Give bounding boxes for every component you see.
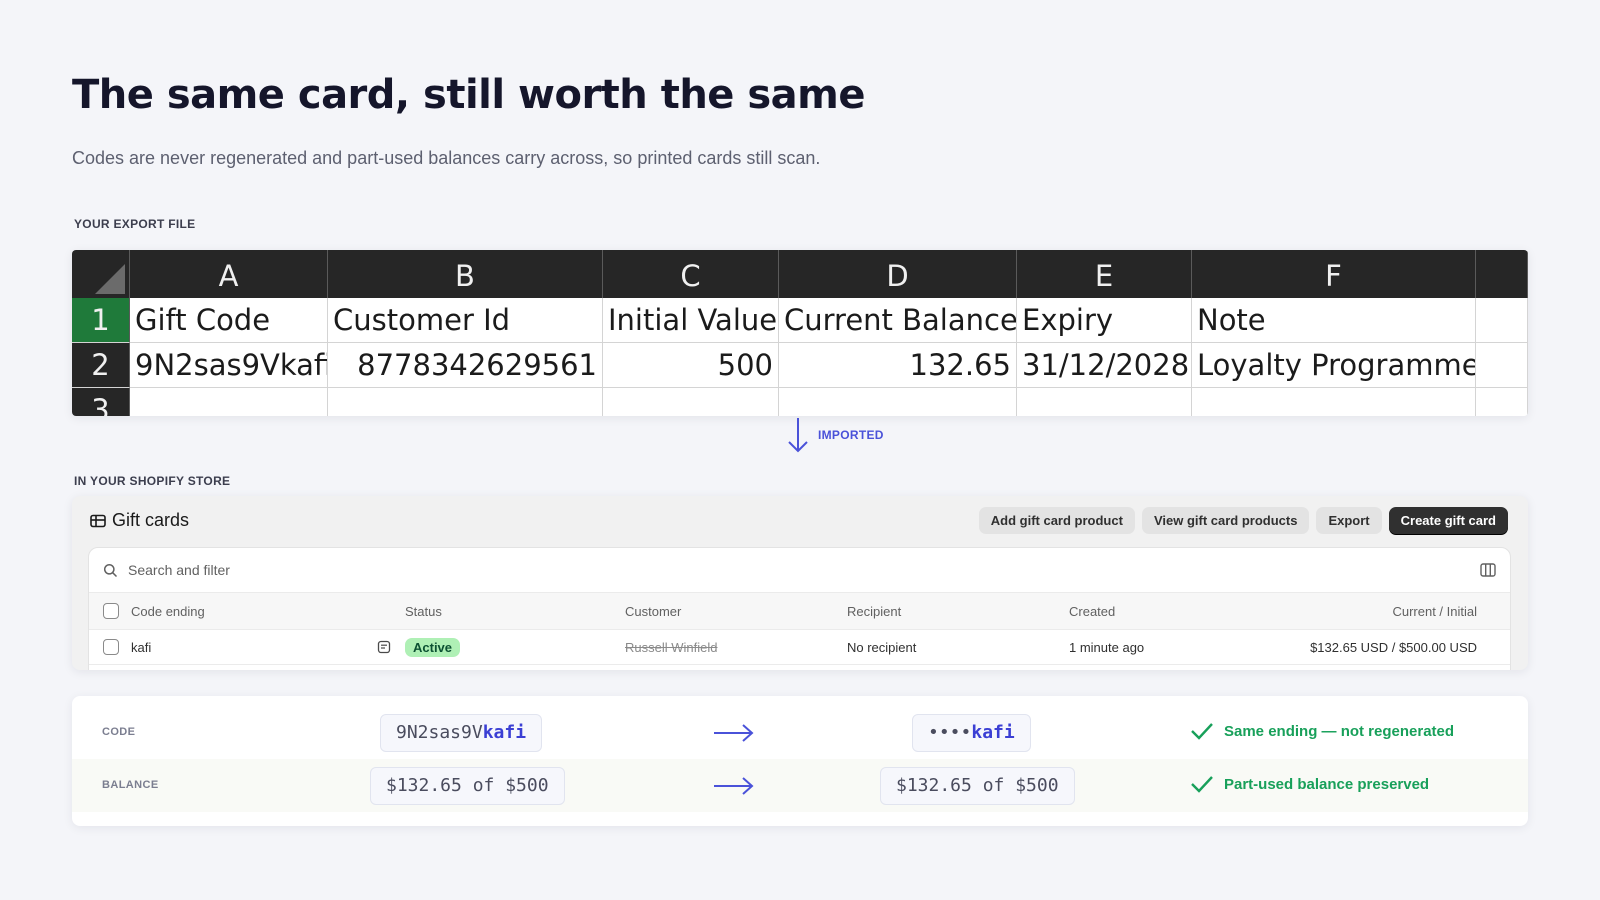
column-header-f[interactable]: F — [1192, 250, 1476, 298]
balance-value: $132.65 USD / $500.00 USD — [1310, 639, 1477, 655]
row-number-3[interactable]: 3 — [72, 388, 130, 416]
cell-e2[interactable]: 31/12/2028 — [1017, 343, 1192, 388]
comparison-panel: CODE 9N2sas9Vkafi ••••kafi Same ending —… — [72, 696, 1528, 826]
code-result: Same ending — not regenerated — [1190, 721, 1454, 741]
create-gift-card-button[interactable]: Create gift card — [1388, 507, 1508, 534]
cell-e1[interactable]: Expiry — [1017, 298, 1192, 343]
cell-e3[interactable] — [1017, 388, 1192, 416]
customer-name: Russell Winfield — [625, 639, 718, 655]
table-row[interactable]: kafi Active Russell Winfield No recipien… — [89, 630, 1510, 665]
cell-g1[interactable] — [1476, 298, 1528, 343]
created-value: 1 minute ago — [1069, 639, 1145, 655]
sheet-row-2: 2 9N2sas9Vkafi 8778342629561 500 132.65 … — [72, 343, 1528, 388]
status-cell: Active — [405, 637, 625, 657]
columns-icon[interactable] — [1480, 563, 1496, 577]
row-number-2[interactable]: 2 — [72, 343, 130, 388]
cell-b1[interactable]: Customer Id — [328, 298, 603, 343]
source-balance-pill: $132.65 of $500 — [370, 767, 565, 805]
export-file-label: YOUR EXPORT FILE — [74, 217, 196, 231]
balance-comparison-row: BALANCE $132.65 of $500 $132.65 of $500 … — [72, 759, 1528, 812]
source-code-pill: 9N2sas9Vkafi — [380, 714, 543, 752]
recipient-value: No recipient — [847, 639, 917, 655]
cell-c1[interactable]: Initial Value — [603, 298, 779, 343]
page-subtitle: Codes are never regenerated and part-use… — [72, 148, 821, 168]
sheet-row-1: 1 Gift Code Customer Id Initial Value Cu… — [72, 298, 1528, 343]
code-label: CODE — [102, 726, 136, 738]
imported-label: IMPORTED — [818, 428, 884, 442]
arrow-right-icon — [714, 777, 754, 795]
column-current-initial[interactable]: Current / Initial — [1269, 604, 1510, 619]
cell-d3[interactable] — [779, 388, 1017, 416]
column-header-b[interactable]: B — [328, 250, 603, 298]
row-number-1[interactable]: 1 — [72, 298, 130, 343]
column-header-c[interactable]: C — [603, 250, 779, 298]
cell-d1[interactable]: Current Balance — [779, 298, 1017, 343]
column-header-empty — [1476, 250, 1528, 298]
balance-label: BALANCE — [102, 779, 159, 791]
gift-cards-title: Gift cards — [112, 510, 190, 530]
shopify-gift-cards-panel: Gift cards Add gift card product View gi… — [72, 496, 1528, 670]
balance-result: Part-used balance preserved — [1190, 774, 1429, 794]
source-code-suffix: kafi — [482, 722, 527, 743]
code-cell: kafi — [131, 640, 405, 655]
row-checkbox[interactable] — [103, 639, 119, 655]
gift-card-icon — [90, 514, 106, 527]
balance-result-text: Part-used balance preserved — [1224, 775, 1430, 793]
target-code-pill: ••••kafi — [912, 714, 1031, 752]
page-title: The same card, still worth the same — [72, 72, 865, 118]
column-header-d[interactable]: D — [779, 250, 1017, 298]
gift-cards-table: Search and filter Code ending Status Cus… — [88, 547, 1511, 670]
cell-b2[interactable]: 8778342629561 — [328, 343, 603, 388]
target-code-suffix: kafi — [971, 722, 1015, 743]
spreadsheet: A B C D E F 1 Gift Code Customer Id Init… — [72, 250, 1528, 416]
column-created[interactable]: Created — [1069, 604, 1269, 619]
column-customer[interactable]: Customer — [625, 604, 847, 619]
code-comparison-row: CODE 9N2sas9Vkafi ••••kafi Same ending —… — [72, 706, 1528, 759]
export-button[interactable]: Export — [1316, 507, 1382, 534]
cell-a1[interactable]: Gift Code — [130, 298, 328, 343]
search-input[interactable]: Search and filter — [128, 562, 230, 578]
search-icon — [103, 563, 118, 577]
cell-c3[interactable] — [603, 388, 779, 416]
cell-d2[interactable]: 132.65 — [779, 343, 1017, 388]
note-icon — [377, 640, 391, 654]
shopify-store-label: IN YOUR SHOPIFY STORE — [74, 474, 231, 488]
select-all-checkbox[interactable] — [103, 603, 119, 619]
arrow-right-icon — [714, 724, 754, 742]
column-header-row: A B C D E F — [72, 250, 1528, 298]
view-gift-card-products-button[interactable]: View gift card products — [1141, 507, 1310, 534]
sheet-row-3: 3 — [72, 388, 1528, 416]
select-all-corner[interactable] — [72, 250, 130, 298]
code-ending-value[interactable]: kafi — [131, 640, 151, 655]
add-gift-card-product-button[interactable]: Add gift card product — [978, 507, 1135, 534]
cell-f3[interactable] — [1192, 388, 1476, 416]
status-badge: Active — [405, 637, 461, 657]
cell-a3[interactable] — [130, 388, 328, 416]
source-code-prefix: 9N2sas9V — [396, 722, 483, 743]
search-bar[interactable]: Search and filter — [89, 548, 1510, 593]
cell-g2[interactable] — [1476, 343, 1528, 388]
checkmark-icon — [1191, 723, 1213, 740]
checkmark-icon — [1191, 776, 1213, 793]
column-header-e[interactable]: E — [1017, 250, 1192, 298]
imported-connector: IMPORTED — [786, 416, 884, 454]
column-code-ending[interactable]: Code ending — [131, 604, 405, 619]
gift-cards-heading: Gift cards — [90, 510, 189, 531]
code-result-text: Same ending — not regenerated — [1224, 722, 1455, 740]
table-header-row: Code ending Status Customer Recipient Cr… — [89, 593, 1510, 630]
cell-a2[interactable]: 9N2sas9Vkafi — [130, 343, 328, 388]
target-code-mask: •••• — [928, 722, 972, 743]
target-balance-pill: $132.65 of $500 — [880, 767, 1075, 805]
column-status[interactable]: Status — [405, 604, 625, 619]
header-actions: Add gift card product View gift card pro… — [978, 507, 1508, 534]
cell-f2[interactable]: Loyalty Programme — [1192, 343, 1476, 388]
cell-g3[interactable] — [1476, 388, 1528, 416]
column-recipient[interactable]: Recipient — [847, 604, 1069, 619]
cell-b3[interactable] — [328, 388, 603, 416]
cell-c2[interactable]: 500 — [603, 343, 779, 388]
cell-f1[interactable]: Note — [1192, 298, 1476, 343]
arrow-down-icon — [788, 418, 808, 453]
column-header-a[interactable]: A — [130, 250, 328, 298]
